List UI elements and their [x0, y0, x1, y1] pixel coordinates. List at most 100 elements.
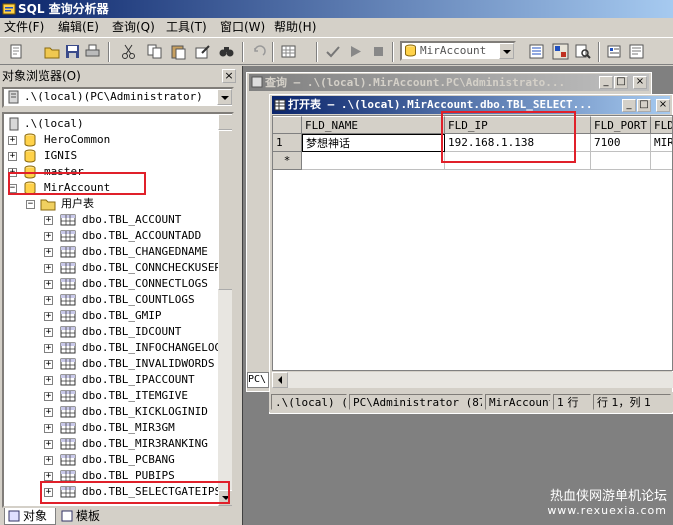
- expand-toggle[interactable]: +: [44, 264, 53, 273]
- expand-toggle[interactable]: +: [44, 424, 53, 433]
- tree-table-label: dbo.TBL_IDCOUNT: [82, 325, 182, 338]
- search-object-icon[interactable]: [574, 43, 591, 60]
- expand-toggle[interactable]: +: [44, 280, 53, 289]
- row-number[interactable]: 1: [273, 134, 302, 152]
- app-title-bar[interactable]: SQL 查询分析器: [0, 0, 673, 18]
- maximize-button[interactable]: □: [637, 99, 651, 112]
- table-cell[interactable]: 梦想神话: [302, 134, 445, 152]
- table-cell[interactable]: [651, 152, 672, 170]
- results-grid-icon[interactable]: [280, 43, 297, 60]
- print-icon[interactable]: [84, 43, 101, 60]
- minimize-button[interactable]: _: [599, 76, 613, 89]
- maximize-button[interactable]: □: [614, 76, 628, 89]
- options-icon[interactable]: [628, 43, 645, 60]
- table-cell[interactable]: [591, 152, 651, 170]
- table-cell[interactable]: MIR: [651, 134, 672, 152]
- expand-toggle[interactable]: +: [44, 216, 53, 225]
- table-icon: [60, 438, 76, 450]
- tab-templates[interactable]: 模板: [58, 508, 110, 525]
- tree-table-label: dbo.TBL_CHANGEDNAME: [82, 245, 208, 258]
- server-selector[interactable]: .\(local)(PC\Administrator): [2, 87, 234, 108]
- tree-table-label: dbo.TBL_CONNCHECKUSER: [82, 261, 222, 274]
- expand-toggle[interactable]: +: [44, 440, 53, 449]
- open-table-title: 打开表 — .\(local).MirAccount.dbo.TBL_SELEC…: [288, 98, 593, 111]
- expand-toggle[interactable]: +: [44, 328, 53, 337]
- new-query-icon[interactable]: [8, 43, 25, 60]
- open-folder-icon[interactable]: [44, 43, 61, 60]
- new-row-marker[interactable]: *: [273, 152, 302, 170]
- menu-tools[interactable]: 工具(T): [164, 19, 209, 35]
- scroll-up-button[interactable]: [218, 114, 232, 130]
- query-window-titlebar[interactable]: 查询 — .\(local).MirAccount.PC\Administrat…: [249, 74, 649, 91]
- query-window-title: 查询 — .\(local).MirAccount.PC\Administrat…: [265, 76, 566, 89]
- table-icon: [60, 454, 76, 466]
- object-browser-close-button[interactable]: ×: [222, 69, 236, 83]
- expand-toggle[interactable]: +: [44, 344, 53, 353]
- expand-toggle[interactable]: +: [44, 472, 53, 481]
- highlight-table: [40, 481, 230, 504]
- menu-help[interactable]: 帮助(H): [272, 19, 318, 35]
- menu-window[interactable]: 窗口(W): [218, 19, 267, 35]
- expand-toggle[interactable]: +: [44, 232, 53, 241]
- table-icon: [60, 326, 76, 338]
- tab-objects[interactable]: 对象: [4, 508, 56, 525]
- minimize-button[interactable]: _: [622, 99, 636, 112]
- expand-toggle[interactable]: +: [44, 248, 53, 257]
- tree-folder-label: 用户表: [61, 197, 94, 210]
- table-icon: [60, 358, 76, 370]
- expand-toggle[interactable]: +: [44, 456, 53, 465]
- edit-icon[interactable]: [194, 43, 211, 60]
- server-icon: [9, 117, 19, 131]
- collapse-toggle[interactable]: −: [26, 200, 35, 209]
- scroll-thumb[interactable]: [218, 130, 232, 290]
- menu-edit[interactable]: 编辑(E): [56, 19, 101, 35]
- expand-toggle[interactable]: +: [44, 392, 53, 401]
- cut-icon[interactable]: [120, 43, 137, 60]
- parse-check-icon[interactable]: [324, 43, 341, 60]
- chevron-down-icon[interactable]: [499, 43, 514, 59]
- expand-toggle[interactable]: +: [44, 312, 53, 321]
- paste-icon[interactable]: [170, 43, 187, 60]
- database-selector[interactable]: MirAccount: [400, 41, 516, 61]
- column-header[interactable]: FLD_: [651, 116, 672, 134]
- tree-table-label: dbo.TBL_INFOCHANGELOGS: [82, 341, 228, 354]
- close-button[interactable]: ×: [633, 76, 647, 89]
- stop-icon[interactable]: [370, 43, 387, 60]
- table-icon: [60, 390, 76, 402]
- show-plan-icon[interactable]: [552, 43, 569, 60]
- expand-toggle[interactable]: +: [44, 296, 53, 305]
- expand-toggle[interactable]: +: [8, 136, 17, 145]
- grid-hscrollbar[interactable]: [272, 372, 673, 388]
- tree-scrollbar[interactable]: [218, 114, 232, 506]
- expand-toggle[interactable]: +: [44, 408, 53, 417]
- menu-query[interactable]: 查询(Q): [110, 19, 157, 35]
- highlight-ip-column: [441, 111, 576, 163]
- expand-toggle[interactable]: +: [44, 376, 53, 385]
- tree-table-label: dbo.TBL_MIR3RANKING: [82, 437, 208, 450]
- server-icon: [8, 90, 19, 104]
- table-icon: [60, 342, 76, 354]
- object-browser-icon[interactable]: [528, 43, 545, 60]
- column-header[interactable]: FLD_PORT: [591, 116, 651, 134]
- menu-file[interactable]: 文件(F): [2, 19, 46, 35]
- table-cell[interactable]: 7100: [591, 134, 651, 152]
- chevron-down-icon[interactable]: [217, 89, 232, 105]
- expand-toggle[interactable]: +: [44, 360, 53, 369]
- save-icon[interactable]: [64, 43, 81, 60]
- properties-icon[interactable]: [606, 43, 623, 60]
- undo-icon[interactable]: [250, 43, 267, 60]
- table-icon: [60, 374, 76, 386]
- table-cell[interactable]: [302, 152, 445, 170]
- database-icon: [24, 133, 36, 147]
- tree-table-label: dbo.TBL_MIR3GM: [82, 421, 175, 434]
- close-button[interactable]: ×: [656, 99, 670, 112]
- table-icon: [60, 294, 76, 306]
- scroll-left-button[interactable]: [272, 372, 288, 388]
- column-header[interactable]: FLD_NAME: [302, 116, 445, 134]
- sql-app-icon: [2, 3, 16, 15]
- find-icon[interactable]: [218, 43, 235, 60]
- expand-toggle[interactable]: +: [8, 152, 17, 161]
- execute-icon[interactable]: [347, 43, 364, 60]
- copy-icon[interactable]: [146, 43, 163, 60]
- tree-table-label: dbo.TBL_GMIP: [82, 309, 162, 322]
